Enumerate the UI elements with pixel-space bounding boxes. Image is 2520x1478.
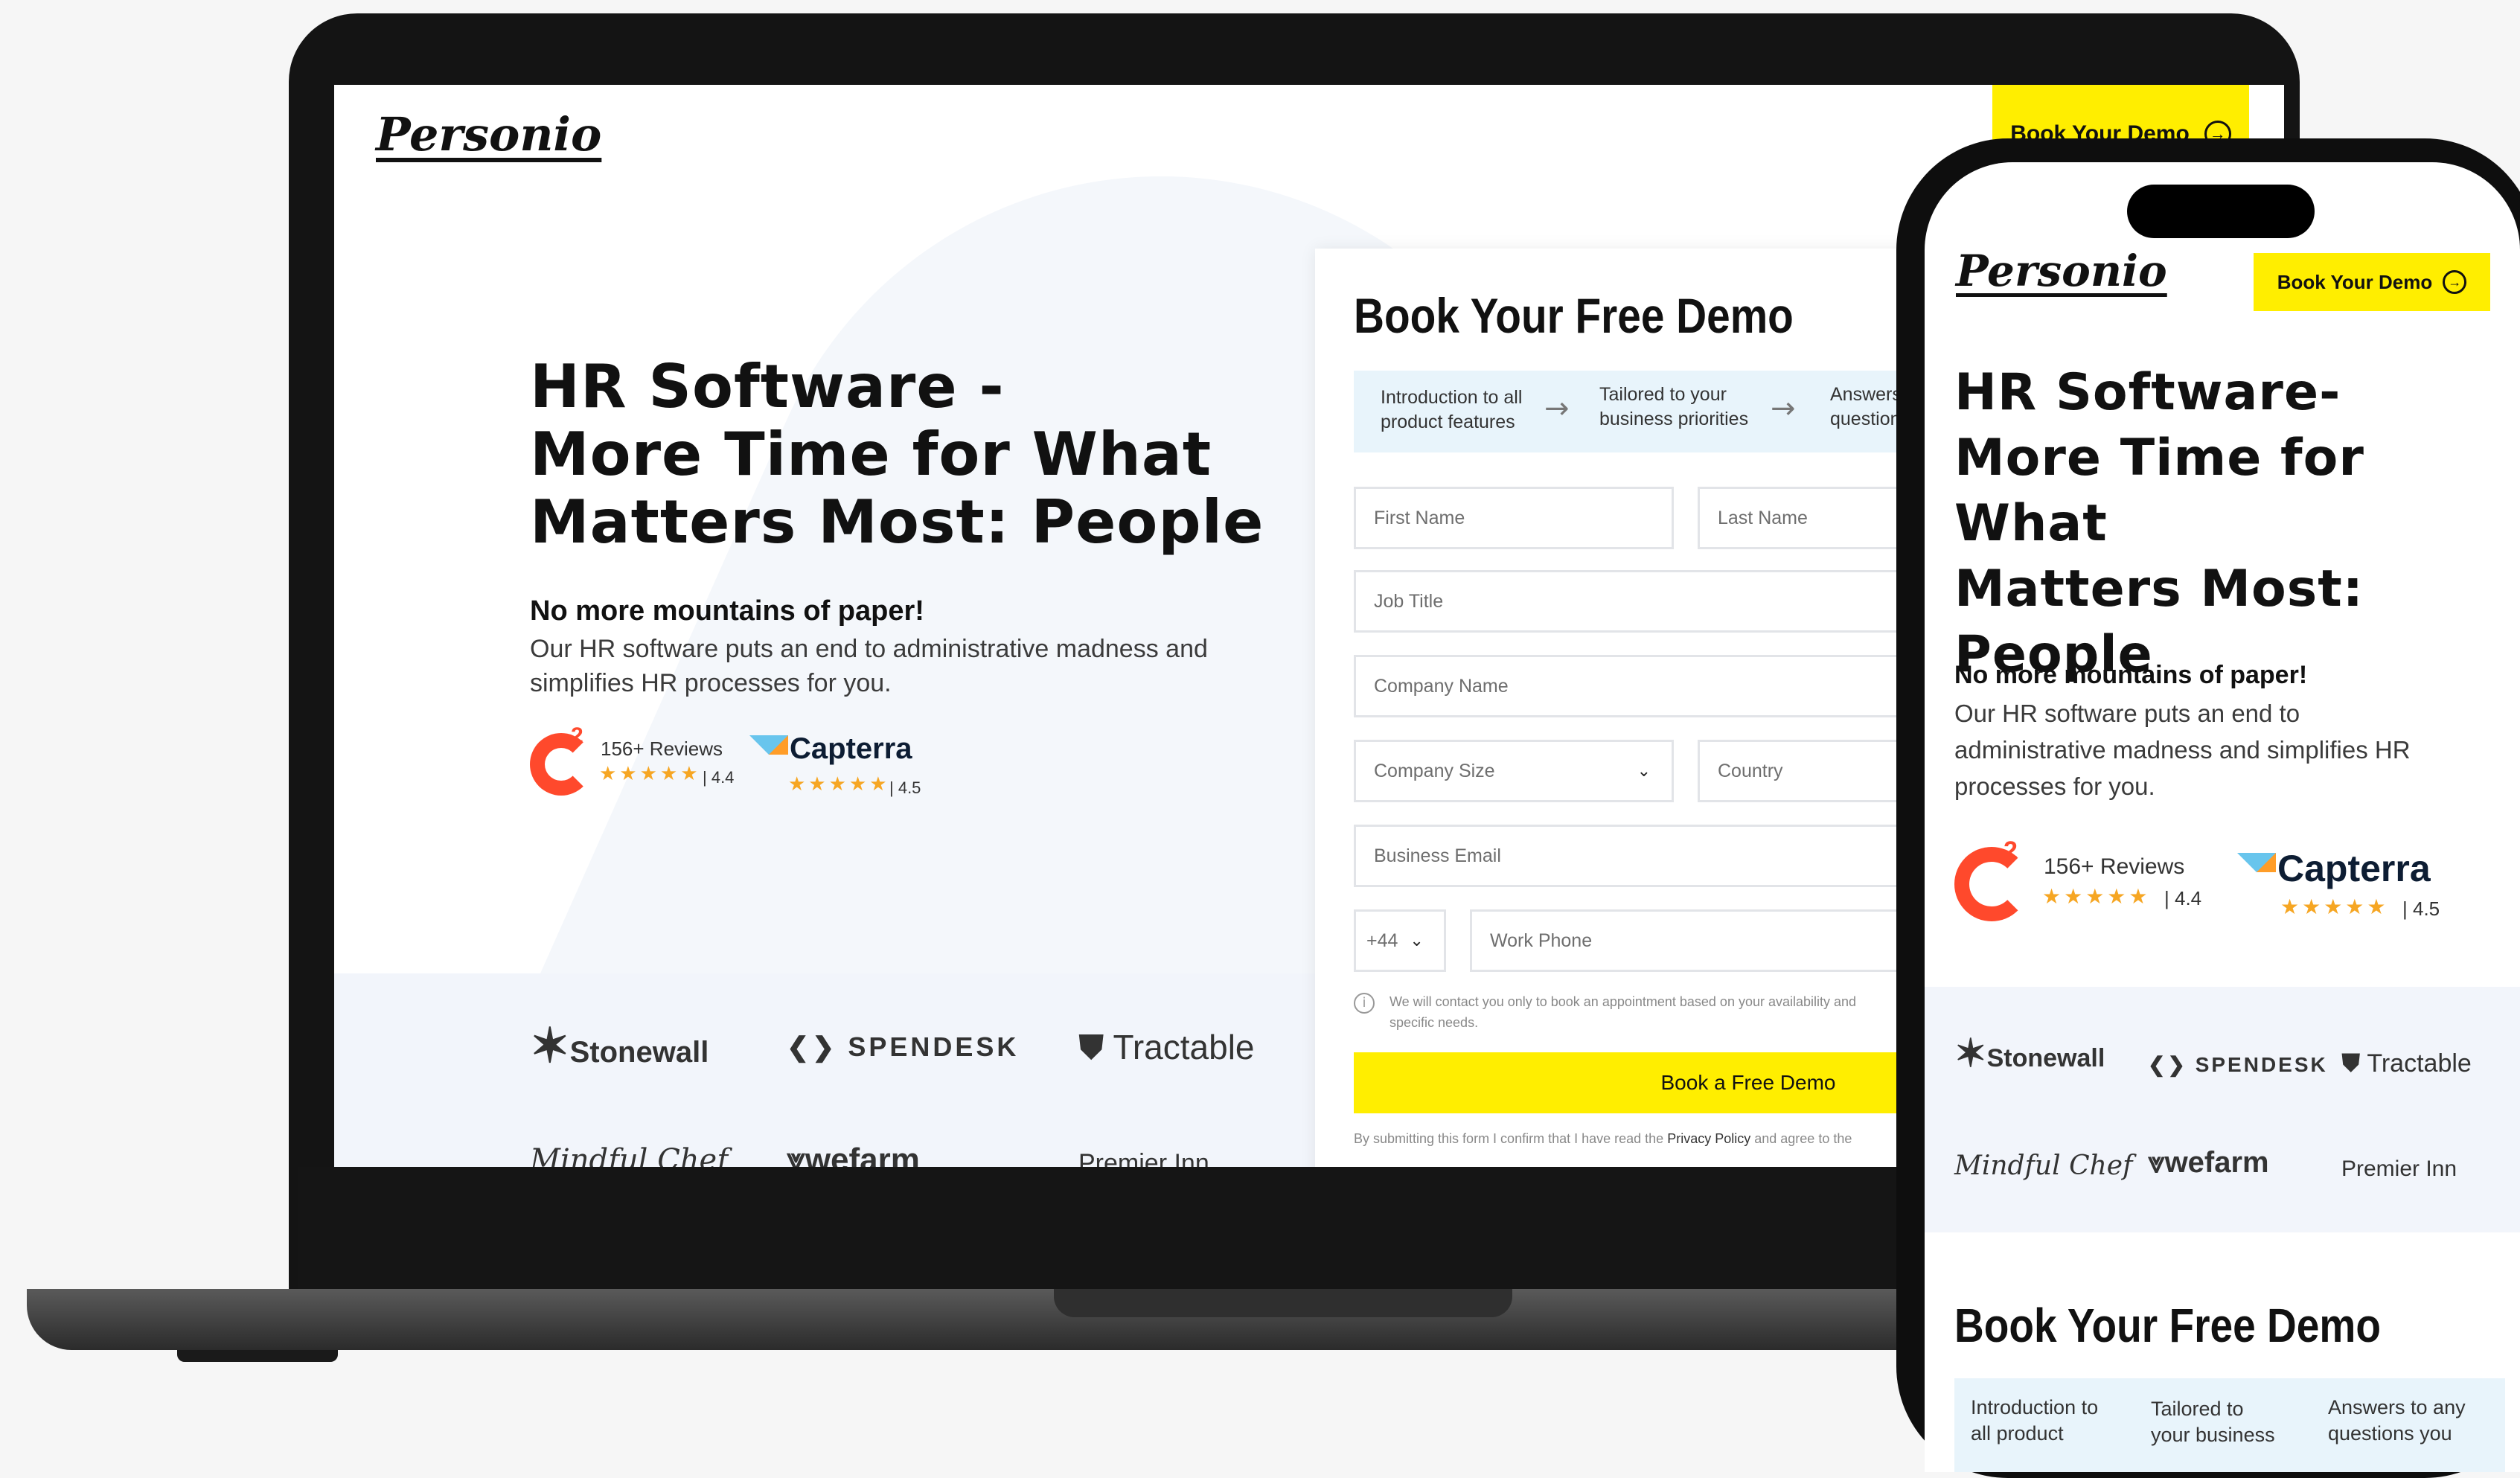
brand-logo-spendesk: ❮❯ SPENDESK (787, 1031, 1019, 1063)
g2-rating: | 4.4 (2164, 887, 2202, 909)
brand-logo-premier-inn: Premier Inn (2341, 1157, 2457, 1181)
phone-screen: Personio Book Your Demo → HR Software- M… (1925, 162, 2520, 1472)
g2-review-count: 156+ Reviews (2044, 854, 2185, 879)
personio-logo[interactable]: Personio (1956, 246, 2167, 296)
step-item: Answers to any questions you (2328, 1396, 2466, 1445)
brand-logo-mindful-chef: Mindful Chef (530, 1143, 729, 1167)
laptop-foot (177, 1350, 338, 1362)
hero-description-line: administrative madness and simplifies HR (1954, 736, 2411, 764)
hero-title-line: HR Software - (530, 352, 1005, 421)
capterra-rating: | 4.5 (2402, 898, 2440, 920)
company-size-select[interactable]: Company Size ⌄ (1354, 740, 1674, 802)
hero-description: Our HR software puts an end to administr… (1954, 695, 2411, 804)
hero-title-line: Matters Most: (1954, 560, 2364, 618)
g2-review-count: 156+ Reviews (601, 738, 723, 760)
brand-logo-premier-inn: Premier Inn (1078, 1149, 1209, 1167)
phone-code-label: +44 (1366, 930, 1398, 951)
g2-logo-mark: 2 (2003, 836, 2018, 865)
arrow-right-icon: → (2443, 270, 2467, 294)
form-title: Book Your Free Demo (1354, 288, 1794, 343)
brand-logo-wefarm: ⩔wefarm (787, 1142, 920, 1167)
capterra-stars: ★★★★★ (2280, 895, 2389, 919)
g2-stars: ★★★★★ (2042, 884, 2151, 909)
hero-subtitle: No more mountains of paper! (1954, 661, 2308, 689)
arrow-right-icon: → (1544, 391, 1570, 426)
privacy-policy-link[interactable]: Privacy Policy (1667, 1131, 1750, 1146)
star-icon: ✶ (530, 1019, 570, 1072)
brand-name: wefarm (2164, 1146, 2269, 1179)
brand-logo-tractable: ⛊ Tractable (2341, 1049, 2472, 1078)
hero-title: HR Software - More Time for What Matters… (530, 353, 1264, 557)
wefarm-icon: ⩔ (2148, 1146, 2165, 1179)
capterra-name: Capterra (2277, 848, 2431, 889)
hero-title-line: Matters Most: People (530, 487, 1264, 557)
capterra-rating: | 4.5 (889, 778, 921, 797)
hero-title-line: More Time for What (1954, 429, 2364, 553)
disclaimer-text: and agree to the (1754, 1131, 1852, 1146)
hero-description-line: simplifies HR processes for you. (530, 669, 892, 697)
brand-name: Tractable (2367, 1049, 2472, 1078)
brand-name: SPENDESK (848, 1031, 1020, 1062)
hero-subtitle: No more mountains of paper! (530, 595, 924, 627)
spendesk-icon: ❮❯ (2148, 1053, 2187, 1076)
capterra-logo-icon (2237, 853, 2276, 872)
book-demo-nav-label: Book Your Demo (2277, 270, 2433, 293)
arrow-right-icon: → (1771, 391, 1796, 426)
g2-logo-icon (1954, 847, 2029, 921)
brand-logo-stonewall: ✶Stonewall (530, 1018, 709, 1074)
hero-title-line: More Time for What (530, 420, 1212, 490)
shield-icon: ⛊ (2341, 1049, 2361, 1078)
hero-title: HR Software- More Time for What Matters … (1954, 360, 2520, 688)
first-name-field[interactable]: First Name (1354, 487, 1674, 549)
chevron-down-icon: ⌄ (1637, 761, 1651, 780)
capterra-stars: ★★★★★ (788, 773, 890, 796)
benefits-steps: Introduction to all product Tailored to … (1954, 1378, 2505, 1472)
info-icon: i (1354, 993, 1375, 1014)
phone-code-select[interactable]: +44 ⌄ (1354, 909, 1446, 972)
brand-logo-stonewall: ✶Stonewall (1954, 1031, 2105, 1076)
hero-description-line: processes for you. (1954, 772, 2155, 800)
g2-rating: | 4.4 (703, 768, 735, 787)
step-item: Introduction to all product features (1381, 387, 1523, 432)
personio-logo[interactable]: Personio (376, 107, 601, 161)
disclaimer-text: By submitting this form I confirm that I… (1354, 1131, 1664, 1146)
laptop-notch (1054, 1289, 1512, 1317)
g2-stars: ★★★★★ (599, 763, 701, 785)
brand-logo-wefarm: ⩔wefarm (2148, 1146, 2269, 1180)
wefarm-icon: ⩔ (787, 1142, 805, 1167)
brand-name: SPENDESK (2195, 1053, 2328, 1076)
step-item: Tailored to your business priorities (1599, 384, 1749, 429)
book-demo-nav-button[interactable]: Book Your Demo → (2254, 253, 2490, 311)
hero-description-line: Our HR software puts an end to (1954, 700, 2300, 727)
customer-logos-band: ✶Stonewall ❮❯ SPENDESK ⛊ Tractable Mindf… (1925, 987, 2520, 1232)
g2-logo-mark: 2 (571, 723, 583, 748)
form-title: Book Your Free Demo (1954, 1299, 2381, 1352)
spendesk-icon: ❮❯ (787, 1031, 838, 1062)
brand-name: wefarm (805, 1142, 920, 1167)
hero-description-line: Our HR software puts an end to administr… (530, 635, 1208, 663)
brand-logo-tractable: ⛊ Tractable (1078, 1027, 1255, 1069)
capterra-logo-icon (749, 735, 788, 755)
brand-name: Stonewall (569, 1036, 709, 1069)
star-icon: ✶ (1954, 1032, 1987, 1075)
hero-description: Our HR software puts an end to administr… (530, 632, 1208, 700)
shield-icon: ⛊ (1078, 1028, 1104, 1066)
hero-title-line: HR Software- (1954, 363, 2341, 422)
company-size-label: Company Size (1374, 760, 1495, 781)
brand-logo-mindful-chef: Mindful Chef (1954, 1151, 2133, 1181)
capterra-name: Capterra (790, 732, 912, 765)
step-item: Introduction to all product (1971, 1396, 2099, 1445)
brand-name: Stonewall (1986, 1044, 2105, 1072)
dynamic-island (2127, 185, 2315, 238)
brand-name: Tractable (1113, 1028, 1255, 1066)
chevron-down-icon: ⌄ (1410, 931, 1424, 950)
brand-logo-spendesk: ❮❯ SPENDESK (2148, 1052, 2328, 1077)
step-item: Tailored to your business (2151, 1398, 2275, 1447)
